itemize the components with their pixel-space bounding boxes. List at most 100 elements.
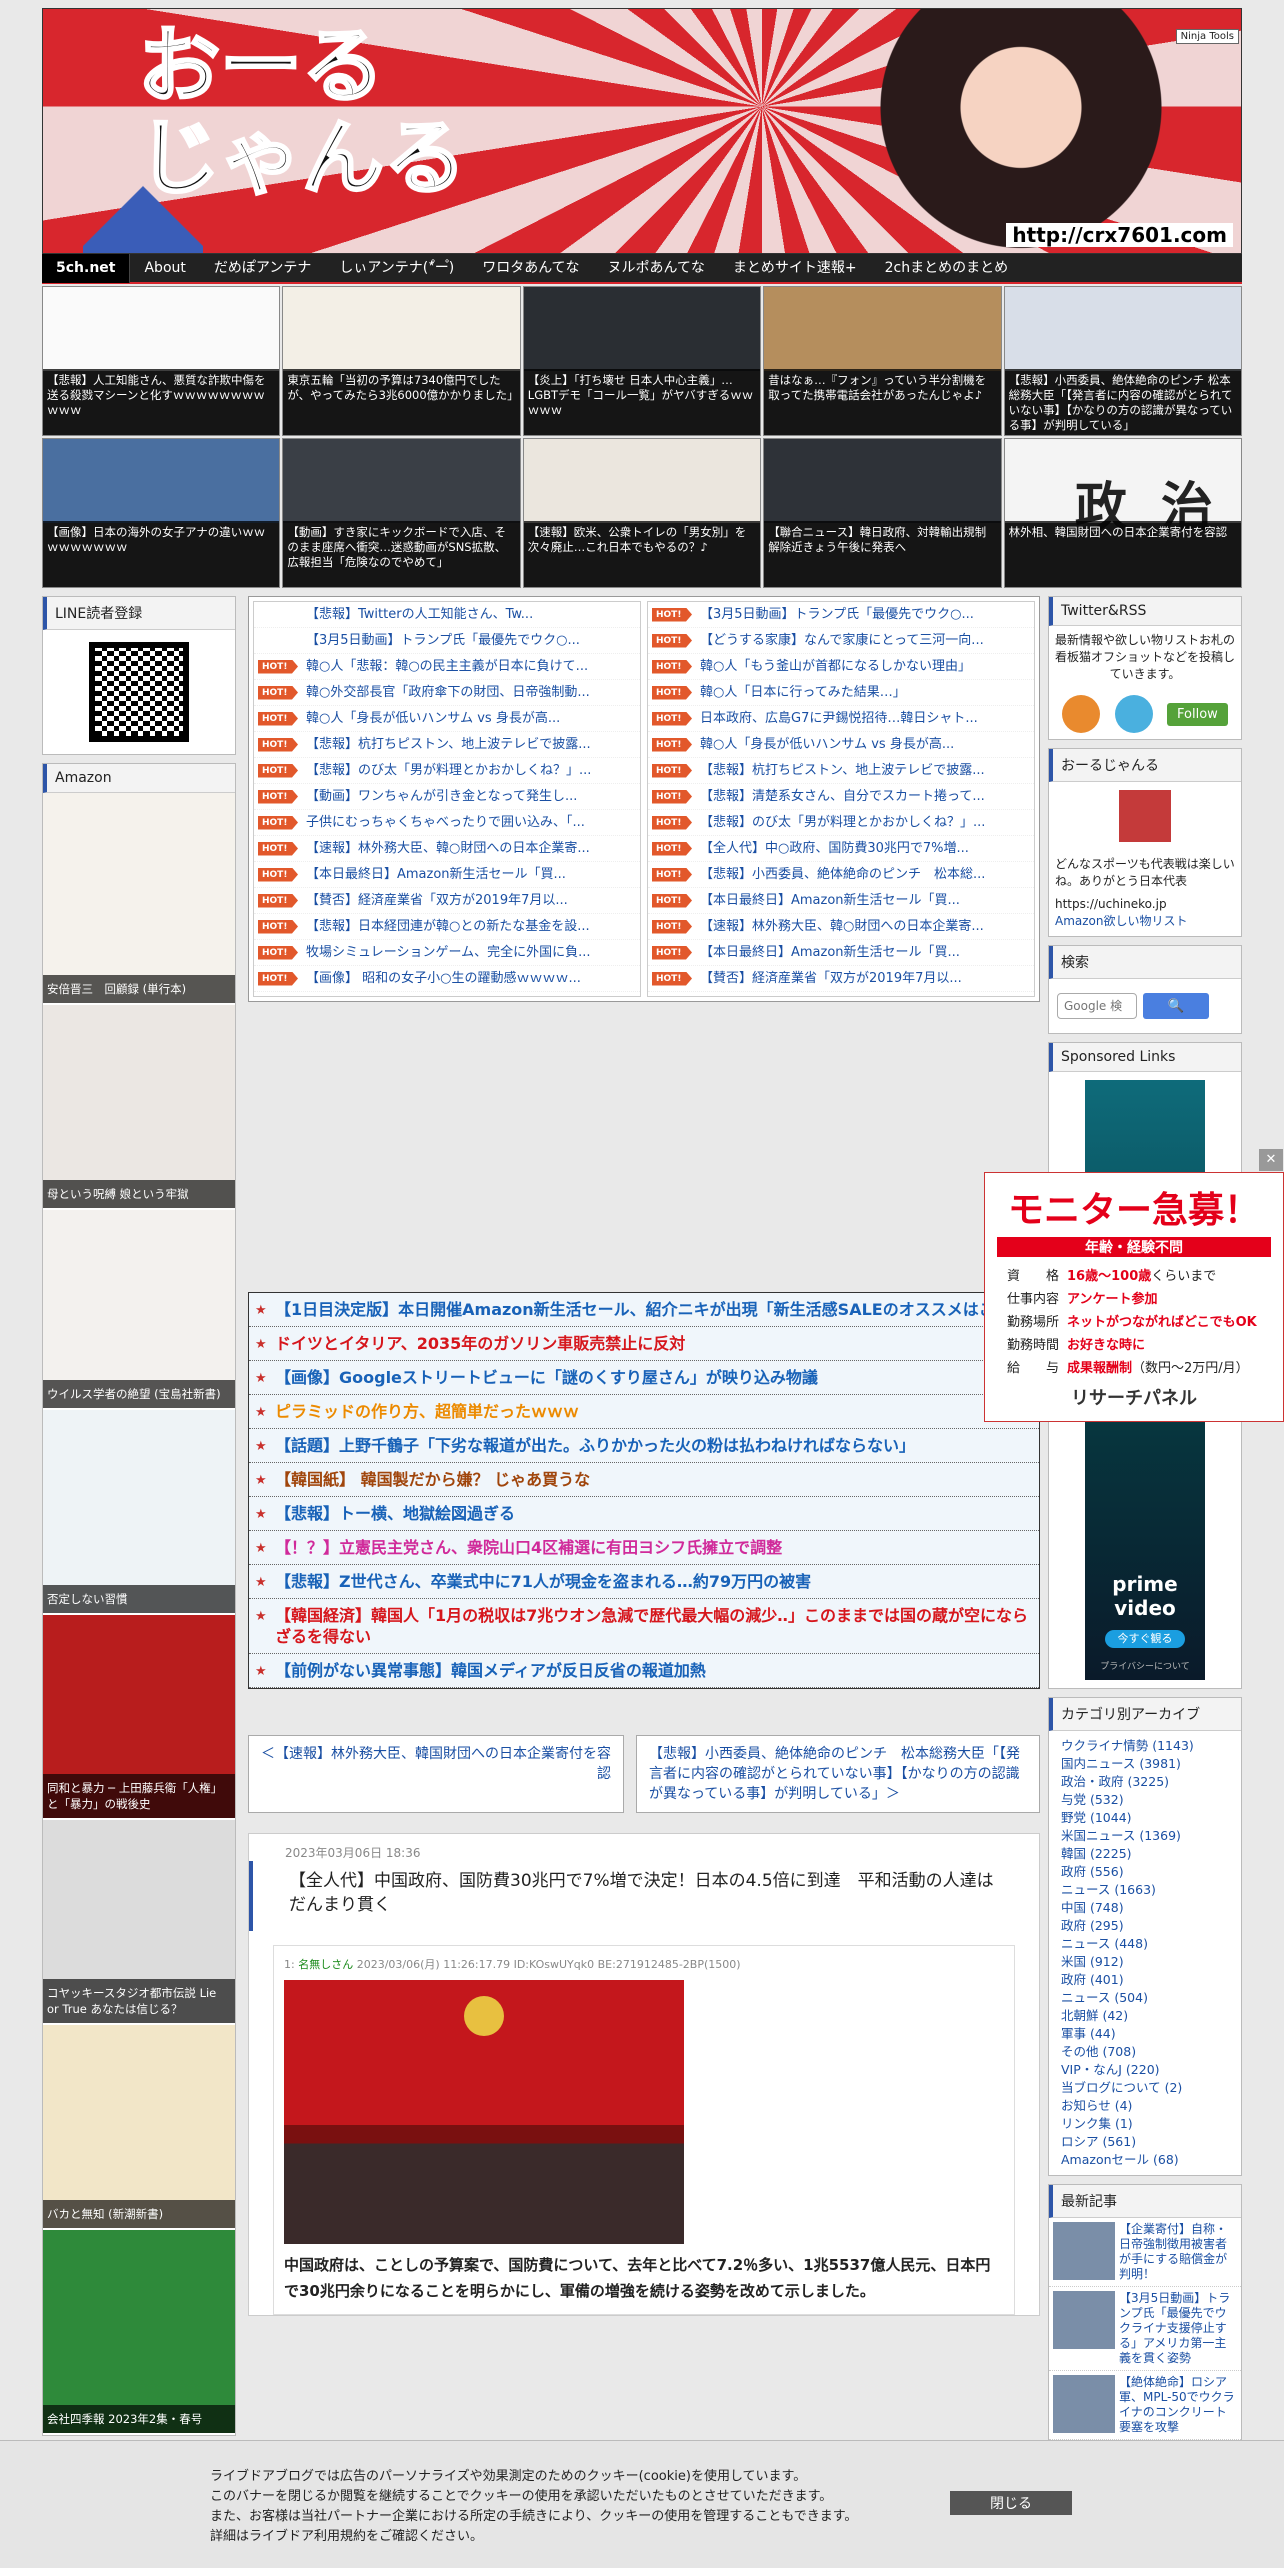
category-item[interactable]: 中国 (748) bbox=[1049, 1899, 1241, 1917]
ranking-item[interactable]: HOT! 【悲報】日本経団連が韓○との新たな基金を設... bbox=[254, 914, 640, 940]
ranking-link[interactable]: 【悲報】杭打ちピストン、地上波テレビで披露... bbox=[700, 763, 985, 778]
thumb-card[interactable]: 【動画】すき家にキックボードで入店、そのまま座席へ衝突…迷惑動画がSNS拡散、広… bbox=[282, 438, 521, 588]
category-item[interactable]: 軍事 (44) bbox=[1049, 2025, 1241, 2043]
recent-link[interactable]: 【3月5日動画】トランプ氏「最優先でウクライナ支援停止する」アメリカ第一主義を貫… bbox=[1119, 2291, 1237, 2366]
ranking-item[interactable]: HOT! 韓○人「悲報：韓○の民主主義が日本に負けて... bbox=[254, 654, 640, 680]
ranking-link[interactable]: 韓○人「悲報：韓○の民主主義が日本に負けて... bbox=[306, 659, 588, 674]
about-url[interactable]: https://uchineko.jp bbox=[1055, 896, 1235, 913]
nav-item[interactable]: ヌルポあんてな bbox=[594, 253, 719, 283]
ranking-item[interactable]: HOT! 韓○人「日本に行ってみた結果…」 bbox=[648, 680, 1034, 706]
category-item[interactable]: リンク集 (1) bbox=[1049, 2115, 1241, 2133]
category-item[interactable]: ニュース (504) bbox=[1049, 1989, 1241, 2007]
category-item[interactable]: お知らせ (4) bbox=[1049, 2097, 1241, 2115]
ranking-link[interactable]: 【悲報】杭打ちピストン、地上波テレビで披露... bbox=[306, 737, 591, 752]
amazon-book[interactable]: 会社四季報 2023年2集・春号 bbox=[43, 2230, 235, 2435]
category-item[interactable]: 野党 (1044) bbox=[1049, 1809, 1241, 1827]
ranking-item[interactable]: HOT! 【速報】林外務大臣、韓○財団への日本企業寄... bbox=[254, 836, 640, 862]
amazon-book[interactable]: 同和と暴力 ─ 上田藤兵衛「人権」と「暴力」の戦後史 bbox=[43, 1615, 235, 1820]
featured-item[interactable]: 【韓国紙】 韓国製だから嫌？ じゃあ買うな bbox=[249, 1463, 1039, 1497]
amazon-book[interactable]: 否定しない習慣 bbox=[43, 1410, 235, 1615]
floating-ad[interactable]: ✕ モニター急募！ 年齢・経験不問 資 格 16歳～100歳くらいまで 仕事内容 アン… bbox=[984, 1149, 1284, 1422]
ranking-link[interactable]: 【動画】ワンちゃんが引き金となって発生し... bbox=[306, 789, 577, 804]
ranking-item[interactable]: HOT!自分は疲れてるんだなと実感したこと bbox=[648, 992, 1034, 996]
category-item[interactable]: VIP・なんJ (220) bbox=[1049, 2061, 1241, 2079]
ranking-item[interactable]: HOT! 【本日最終日】Amazon新生活セール「買... bbox=[648, 888, 1034, 914]
thumb-card[interactable]: 【速報】欧米、公衆トイレの「男女別」を次々廃止…これ日本でもやるの？♪ bbox=[522, 438, 762, 588]
cookie-close-button[interactable]: 閉じる bbox=[950, 2491, 1072, 2515]
ranking-link[interactable]: 【本日最終日】Amazon新生活セール「買... bbox=[700, 893, 960, 908]
thumb-card[interactable]: 政 治林外相、韓国財団への日本企業寄付を容認 bbox=[1003, 438, 1242, 588]
ranking-link[interactable]: 【本日最終日】Amazon新生活セール「買... bbox=[306, 867, 566, 882]
category-item[interactable]: 政府 (295) bbox=[1049, 1917, 1241, 1935]
category-item[interactable]: Amazonセール (68) bbox=[1049, 2151, 1241, 2169]
featured-item[interactable]: 【1日目決定版】本日開催Amazon新生活セール、紹介ニキが出現「新生活感SAL… bbox=[249, 1293, 1039, 1327]
ranking-link[interactable]: 韓○外交部長官「政府傘下の財団、日帝強制動... bbox=[306, 685, 590, 700]
ranking-item[interactable]: HOT! 韓○人「もう釜山が首都になるしかない理由」 bbox=[648, 654, 1034, 680]
ranking-item[interactable]: HOT! 日本政府、広島G7に尹錫悦招待…韓日シャト... bbox=[648, 706, 1034, 732]
recent-item[interactable]: 【3月5日動画】トランプ氏「最優先でウクライナ支援停止する」アメリカ第一主義を貫… bbox=[1049, 2287, 1241, 2371]
featured-item[interactable]: 【！？】立憲民主党さん、衆院山口4区補選に有田ヨシフ氏擁立で調整 bbox=[249, 1531, 1039, 1565]
featured-item[interactable]: 【画像】Googleストリートビューに「謎のくすり屋さん」が映り込み物議 bbox=[249, 1361, 1039, 1395]
ranking-item[interactable]: HOT! 【賛否】経済産業省「双方が2019年7月以... bbox=[254, 888, 640, 914]
category-item[interactable]: 米国ニュース (1369) bbox=[1049, 1827, 1241, 1845]
ranking-link[interactable]: 【3月5日動画】トランプ氏「最優先でウク○... bbox=[306, 633, 580, 648]
ranking-item[interactable]: HOT! 牧場シミュレーションゲーム、完全に外国に負... bbox=[254, 940, 640, 966]
category-item[interactable]: ウクライナ情勢 (1143) bbox=[1049, 1737, 1241, 1755]
category-item[interactable]: ニュース (1663) bbox=[1049, 1881, 1241, 1899]
ranking-item[interactable]: HOT! 韓○外交部長官「政府傘下の財団、日帝強制動... bbox=[254, 680, 640, 706]
post-photo[interactable] bbox=[284, 1980, 684, 2244]
amazon-book[interactable]: 安倍晋三 回顧録 (単行本) bbox=[43, 793, 235, 1005]
ranking-link[interactable]: 【悲報】清楚系女さん、自分でスカート捲って... bbox=[700, 789, 985, 804]
ranking-item[interactable]: HOT! 【悲報】杭打ちピストン、地上波テレビで披露... bbox=[254, 732, 640, 758]
thumb-card[interactable]: 【炎上】「打ち壊せ 日本人中心主義」…LGBTデモ「コール一覧」がヤバすぎるｗｗ… bbox=[522, 286, 762, 436]
twitter-icon[interactable] bbox=[1114, 695, 1153, 733]
ranking-item[interactable]: HOT! 子供にむっちゃくちゃべったりで囲い込み、「... bbox=[254, 810, 640, 836]
ranking-item[interactable]: HOT! 【悲報】のび太「男が料理とかおかしくね？」... bbox=[254, 758, 640, 784]
recent-item[interactable]: 【絶体絶命】ロシア軍、MPL-50でウクライナのコンクリート要塞を攻撃 bbox=[1049, 2371, 1241, 2440]
category-item[interactable]: その他 (708) bbox=[1049, 2043, 1241, 2061]
ranking-item[interactable]: HOT! 韓○人「身長が低いハンサム vs 身長が高... bbox=[648, 732, 1034, 758]
ranking-link[interactable]: 【どうする家康】なんで家康にとって三河一向... bbox=[700, 633, 984, 648]
nav-item[interactable]: まとめサイト速報+ bbox=[719, 253, 871, 283]
thumb-card[interactable]: 【悲報】人工知能さん、悪質な詐欺中傷を送る殺戮マシーンと化すｗｗｗｗｗｗｗｗｗｗ… bbox=[42, 286, 281, 436]
ranking-link[interactable]: 韓○人「もう釜山が首都になるしかない理由」 bbox=[700, 659, 971, 674]
wishlist-link[interactable]: Amazon欲しい物リスト bbox=[1055, 914, 1188, 928]
ranking-link[interactable]: 韓○人「日本に行ってみた結果…」 bbox=[700, 685, 906, 700]
category-item[interactable]: ロシア (561) bbox=[1049, 2133, 1241, 2151]
ranking-item[interactable]: HOT! 【悲報】清楚系女さん、自分でスカート捲って... bbox=[648, 784, 1034, 810]
ranking-item[interactable]: HOT! 【本日最終日】Amazon新生活セール「買... bbox=[254, 862, 640, 888]
nav-item[interactable]: 2chまとめのまとめ bbox=[871, 253, 1022, 283]
nav-item[interactable]: ワロタあんてな bbox=[468, 253, 593, 283]
ranking-item[interactable]: HOT! 【悲報】のび太「男が料理とかおかしくね？」... bbox=[648, 810, 1034, 836]
prev-article-link[interactable]: ＜【速報】林外務大臣、韓国財団への日本企業寄付を容認 bbox=[248, 1735, 624, 1813]
category-item[interactable]: ニュース (448) bbox=[1049, 1935, 1241, 1953]
ranking-link[interactable]: 【3月5日動画】トランプ氏「最優先でウク○... bbox=[700, 607, 974, 622]
ranking-link[interactable]: 【画像】 昭和の女子小○生の躍動感ｗｗｗｗ... bbox=[306, 971, 581, 986]
nav-item[interactable]: しぃアンテナ(*゚ー゚) bbox=[325, 253, 468, 283]
ranking-item[interactable]: HOT! 【悲報】小西委員、絶体絶命のピンチ 松本総... bbox=[648, 862, 1034, 888]
rss-icon[interactable] bbox=[1062, 695, 1101, 733]
ranking-item[interactable]: 【悲報】Twitterの人工知能さん、Tw... bbox=[254, 602, 640, 628]
thumb-card[interactable]: 【悲報】小西委員、絶体絶命のピンチ 松本総務大臣「【発言者に内容の確認がとられて… bbox=[1003, 286, 1242, 436]
ranking-link[interactable]: 【本日最終日】Amazon新生活セール「買... bbox=[700, 945, 960, 960]
recent-item[interactable]: 【企業寄付】自称・日帝強制徴用被害者が手にする賠償金が判明！ bbox=[1049, 2218, 1241, 2287]
nav-item[interactable]: だめぽアンテナ bbox=[200, 253, 325, 283]
search-input[interactable] bbox=[1057, 993, 1137, 1019]
featured-item[interactable]: 【悲報】Z世代さん、卒業式中に71人が現金を盗まれる…約79万円の被害 bbox=[249, 1565, 1039, 1599]
category-item[interactable]: 政治・政府 (3225) bbox=[1049, 1773, 1241, 1791]
site-logo[interactable]: おーる じゃんる bbox=[136, 19, 467, 206]
thumb-card[interactable]: 【画像】日本の海外の女子アナの違いｗｗｗｗｗｗｗｗｗ bbox=[42, 438, 281, 588]
recent-link[interactable]: 【企業寄付】自称・日帝強制徴用被害者が手にする賠償金が判明！ bbox=[1119, 2222, 1237, 2282]
amazon-book[interactable]: 母という呪縛 娘という牢獄 bbox=[43, 1005, 235, 1210]
ranking-link[interactable]: 子供にむっちゃくちゃべったりで囲い込み、「... bbox=[306, 815, 585, 830]
category-item[interactable]: 米国 (912) bbox=[1049, 1953, 1241, 1971]
follow-button[interactable]: Follow bbox=[1167, 702, 1228, 726]
amazon-book[interactable]: バカと無知 (新潮新書) bbox=[43, 2025, 235, 2230]
featured-item[interactable]: ピラミッドの作り方、超簡単だったｗｗｗ bbox=[249, 1395, 1039, 1429]
recent-link[interactable]: 【絶体絶命】ロシア軍、MPL-50でウクライナのコンクリート要塞を攻撃 bbox=[1119, 2375, 1237, 2435]
ranking-item[interactable]: HOT! 【賛否】経済産業省「双方が2019年7月以... bbox=[648, 966, 1034, 992]
nav-item[interactable]: 5ch.net bbox=[42, 253, 131, 283]
featured-item[interactable]: ドイツとイタリア、2035年のガソリン車販売禁止に反対 bbox=[249, 1327, 1039, 1361]
site-banner[interactable]: おーる じゃんる Ninja Tools http://crx7601.com bbox=[42, 8, 1242, 254]
ninja-tools-badge[interactable]: Ninja Tools bbox=[1175, 29, 1239, 44]
